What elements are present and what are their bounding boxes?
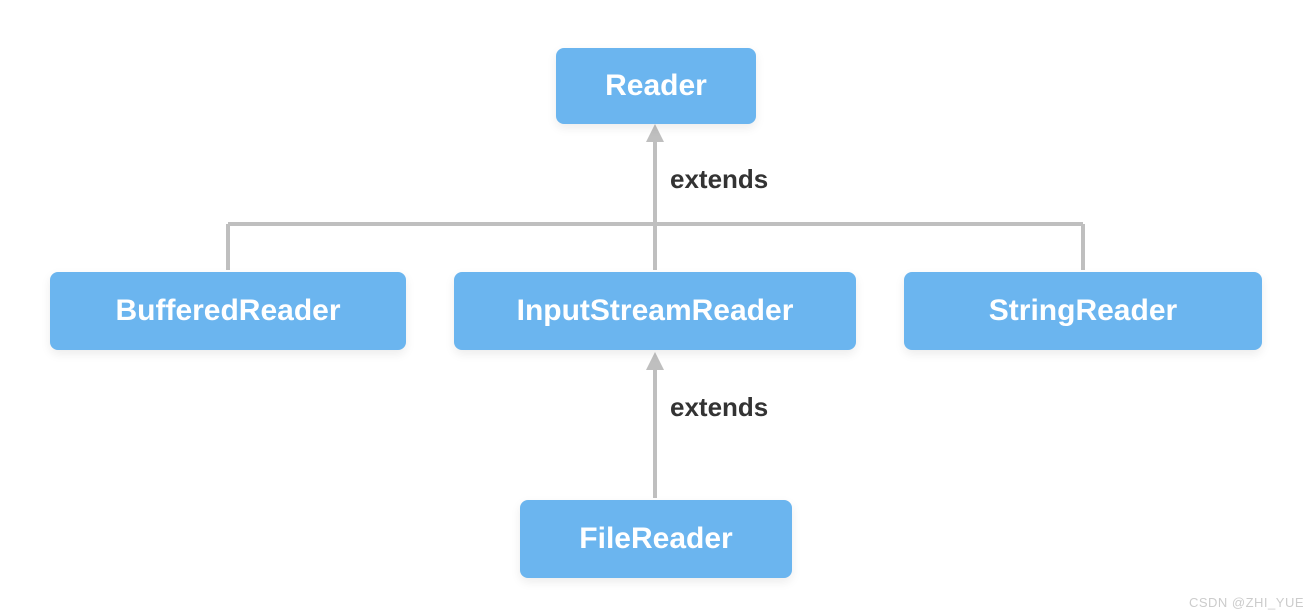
node-file-reader: FileReader <box>520 500 792 578</box>
node-reader: Reader <box>556 48 756 124</box>
node-buffered-reader-label: BufferedReader <box>115 294 340 328</box>
node-string-reader: StringReader <box>904 272 1262 350</box>
node-string-reader-label: StringReader <box>989 294 1177 328</box>
node-input-stream-reader: InputStreamReader <box>454 272 856 350</box>
node-buffered-reader: BufferedReader <box>50 272 406 350</box>
node-reader-label: Reader <box>605 69 707 103</box>
edge-label-extends-bottom: extends <box>670 392 768 423</box>
node-input-stream-reader-label: InputStreamReader <box>517 294 794 328</box>
node-file-reader-label: FileReader <box>579 522 732 556</box>
edge-label-extends-top: extends <box>670 164 768 195</box>
watermark-text: CSDN @ZHI_YUE <box>1189 595 1304 610</box>
